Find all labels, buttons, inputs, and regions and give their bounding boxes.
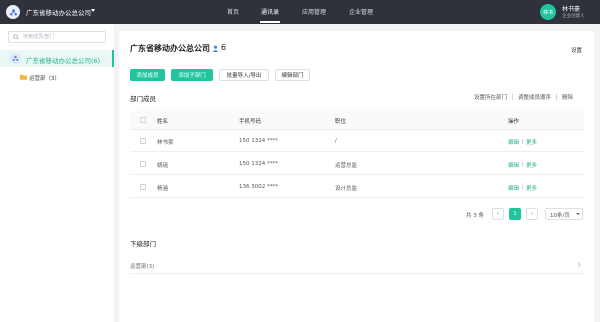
edit-link[interactable]: 编辑 bbox=[508, 163, 519, 169]
person-icon bbox=[212, 45, 219, 52]
page-title: 广东省移动办公总公司 bbox=[130, 44, 210, 53]
divider bbox=[522, 162, 524, 167]
row-actions: 编辑 更多 bbox=[508, 184, 537, 192]
nav-home[interactable]: 首页 bbox=[227, 7, 239, 16]
tree-item-label: 运营部（3） bbox=[29, 76, 60, 82]
row-checkbox[interactable] bbox=[140, 184, 146, 190]
column-header-phone: 手机号码 bbox=[239, 119, 262, 125]
folder-icon bbox=[20, 74, 27, 80]
edit-department-button[interactable]: 编辑部门 bbox=[275, 69, 310, 81]
batch-import-export-button[interactable]: 批量导入/导出 bbox=[219, 69, 269, 81]
page-size-label: 10条/页 bbox=[550, 213, 570, 219]
member-name: 杨涵 bbox=[157, 186, 169, 192]
member-phone: 150 1324 **** bbox=[239, 138, 278, 144]
user-avatar[interactable]: 林书 bbox=[540, 4, 556, 20]
edit-link[interactable]: 编辑 bbox=[508, 186, 519, 192]
nav-contacts[interactable]: 通讯录 bbox=[261, 7, 279, 16]
row-checkbox[interactable] bbox=[140, 161, 146, 167]
pagination-total: 共 3 条 bbox=[466, 213, 484, 219]
delete-link[interactable]: 删除 bbox=[562, 95, 573, 101]
sub-department-label: 运营部(3) bbox=[130, 264, 155, 270]
row-actions: 编辑 更多 bbox=[508, 161, 537, 169]
member-position: 运营总监 bbox=[335, 163, 358, 169]
settings-button[interactable]: 设置 bbox=[571, 46, 582, 54]
tree-item-root[interactable]: 广东省移动办公总公司(6) bbox=[0, 50, 114, 67]
org-logo-icon bbox=[6, 5, 20, 19]
chevron-down-icon[interactable] bbox=[91, 9, 95, 12]
select-all-checkbox[interactable] bbox=[140, 117, 146, 123]
tree-item-root-label: 广东省移动办公总公司(6) bbox=[26, 57, 101, 65]
member-phone: 150 1324 **** bbox=[239, 161, 278, 167]
org-icon bbox=[10, 53, 21, 64]
set-department-link[interactable]: 设置所在部门 bbox=[474, 95, 507, 101]
members-section-title: 部门成员 bbox=[130, 95, 156, 103]
search-icon bbox=[13, 34, 19, 40]
chevron-down-icon bbox=[576, 213, 580, 215]
table-row: 林书豪 150 1324 **** / 编辑 更多 bbox=[130, 130, 584, 152]
nav-enterprise-management[interactable]: 企业管理 bbox=[349, 7, 373, 16]
top-navigation-bar: 广东省移动办公总公司 首页 通讯录 应用管理 企业管理 林书 林书豪 企业创建人 bbox=[0, 0, 600, 24]
member-phone: 136 3002 **** bbox=[239, 184, 278, 190]
divider bbox=[522, 139, 524, 144]
edit-link[interactable]: 编辑 bbox=[508, 140, 519, 146]
add-member-button[interactable]: 添加成员 bbox=[130, 69, 165, 81]
chevron-right-icon bbox=[577, 262, 581, 268]
member-position: / bbox=[335, 138, 337, 144]
member-name: 姚瑶 bbox=[157, 163, 169, 169]
divider bbox=[556, 94, 558, 100]
more-link[interactable]: 更多 bbox=[526, 163, 537, 169]
sub-department-row[interactable]: 运营部(3) bbox=[130, 257, 584, 274]
column-header-position: 职位 bbox=[335, 119, 347, 125]
add-sub-department-button[interactable]: 添加子部门 bbox=[171, 69, 213, 81]
member-position: 设计总监 bbox=[335, 186, 358, 192]
member-count: 6 bbox=[221, 43, 227, 52]
member-name: 林书豪 bbox=[157, 140, 174, 146]
reorder-members-link[interactable]: 调整成员顺序 bbox=[518, 95, 551, 101]
divider bbox=[522, 185, 524, 190]
column-header-actions: 操作 bbox=[508, 119, 520, 125]
row-checkbox[interactable] bbox=[140, 138, 146, 144]
page-button-current[interactable]: 1 bbox=[509, 208, 521, 220]
user-role: 企业创建人 bbox=[562, 14, 585, 19]
department-tree-sidebar: 广东省移动办公总公司(6) 运营部（3） bbox=[0, 24, 114, 322]
table-header: 姓名 手机号码 职位 操作 bbox=[130, 111, 584, 130]
prev-page-button[interactable]: ‹ bbox=[492, 208, 504, 220]
column-header-name: 姓名 bbox=[157, 119, 169, 125]
tree-item-operations[interactable]: 运营部（3） bbox=[0, 72, 114, 84]
more-link[interactable]: 更多 bbox=[526, 186, 537, 192]
search-box[interactable] bbox=[8, 31, 106, 43]
table-row: 姚瑶 150 1324 **** 运营总监 编辑 更多 bbox=[130, 153, 584, 175]
nav-app-management[interactable]: 应用管理 bbox=[302, 7, 326, 16]
next-page-button[interactable]: › bbox=[526, 208, 538, 220]
divider bbox=[512, 94, 514, 100]
more-link[interactable]: 更多 bbox=[526, 140, 537, 146]
user-name[interactable]: 林书豪 bbox=[562, 4, 580, 13]
row-actions: 编辑 更多 bbox=[508, 138, 537, 146]
department-detail-panel: 广东省移动办公总公司 6 设置 添加成员 添加子部门 批量导入/导出 编辑部门 … bbox=[119, 31, 594, 322]
table-row: 杨涵 136 3002 **** 设计总监 编辑 更多 bbox=[130, 176, 584, 198]
page-size-select[interactable]: 10条/页 bbox=[545, 208, 583, 220]
sub-departments-title: 下级部门 bbox=[130, 240, 156, 248]
org-switcher-label[interactable]: 广东省移动办公总公司 bbox=[26, 7, 91, 17]
search-input[interactable] bbox=[23, 33, 103, 41]
active-nav-indicator bbox=[260, 21, 280, 23]
members-bulk-actions: 设置所在部门 调整成员顺序 删除 bbox=[474, 93, 573, 101]
